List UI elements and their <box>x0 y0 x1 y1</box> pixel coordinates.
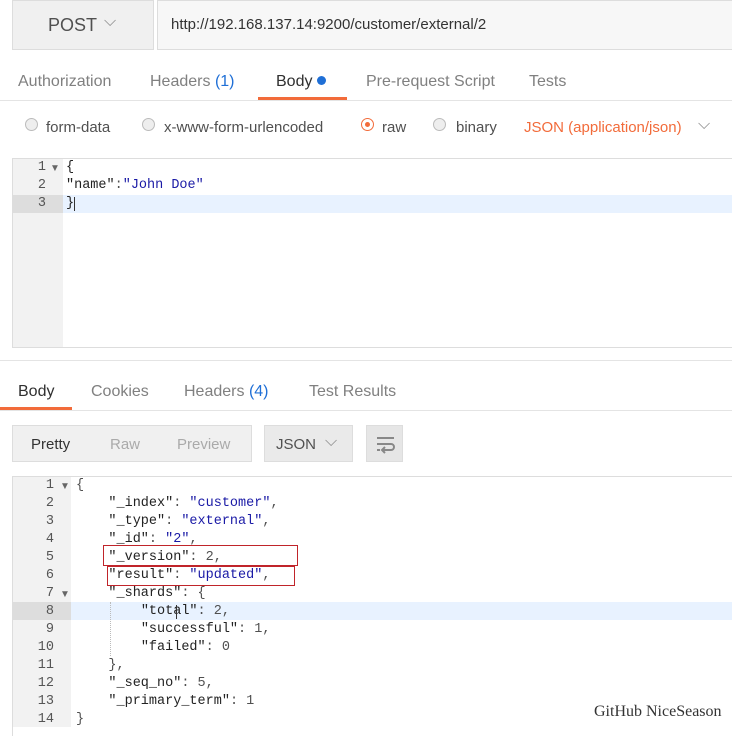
radio-form-data[interactable] <box>25 118 38 131</box>
divider <box>0 100 732 101</box>
fold-arrow-icon[interactable]: ▼ <box>50 163 60 174</box>
code-line: "total": 2, <box>140 604 230 619</box>
line-number: 14 <box>37 712 54 727</box>
content-type-select[interactable]: JSON (application/json) <box>524 119 682 136</box>
line-number: 3 <box>45 514 54 529</box>
code-line: { <box>66 160 75 175</box>
line-number: 2 <box>37 178 46 193</box>
divider <box>0 410 732 411</box>
code-line: "failed": 0 <box>140 640 230 655</box>
code-line: "name":"John Doe" <box>66 178 204 193</box>
code-line: } <box>76 712 85 727</box>
code-line: "_primary_term": 1 <box>108 694 255 709</box>
code-line: } <box>66 196 75 211</box>
response-tab-headers[interactable]: Headers (4) <box>184 383 269 401</box>
line-number: 1 <box>45 478 54 493</box>
response-tab-body[interactable]: Body <box>18 383 54 401</box>
line-number: 1 <box>37 160 46 175</box>
code-line: "successful": 1, <box>140 622 271 637</box>
url-text: http://192.168.137.14:9200/customer/exte… <box>171 16 487 33</box>
chevron-down-icon[interactable]: ⌵ <box>104 13 116 31</box>
response-tab-test-results[interactable]: Test Results <box>309 383 396 401</box>
tab-pre-request-script[interactable]: Pre-request Script <box>366 73 495 91</box>
result-highlight-box <box>107 566 295 586</box>
code-line: "_shards": { <box>108 586 206 601</box>
line-number: 9 <box>45 622 54 637</box>
urlencoded-label[interactable]: x-www-form-urlencoded <box>164 119 323 136</box>
mode-pretty[interactable]: Pretty <box>31 436 70 453</box>
radio-raw[interactable] <box>361 118 374 131</box>
tab-tests[interactable]: Tests <box>529 73 566 91</box>
text-cursor <box>176 605 177 619</box>
form-data-label[interactable]: form-data <box>46 119 110 136</box>
response-tab-cookies[interactable]: Cookies <box>91 383 149 401</box>
code-line: { <box>76 478 85 493</box>
line-number: 11 <box>37 658 54 673</box>
line-number: 10 <box>37 640 54 655</box>
line-number: 8 <box>45 604 54 619</box>
headers-count: (1) <box>214 73 235 90</box>
version-highlight-box <box>103 545 298 566</box>
format-label: JSON <box>276 436 317 453</box>
line-number: 13 <box>37 694 54 709</box>
mode-raw[interactable]: Raw <box>110 436 140 453</box>
line-number: 5 <box>45 550 54 565</box>
fold-arrow-icon[interactable]: ▼ <box>60 589 70 600</box>
mode-preview[interactable]: Preview <box>177 436 230 453</box>
tab-authorization[interactable]: Authorization <box>18 73 111 91</box>
tab-body[interactable]: Body <box>276 73 327 91</box>
line-number: 7 <box>45 586 54 601</box>
code-line: "_seq_no": 5, <box>108 676 214 691</box>
tab-headers[interactable]: Headers (1) <box>150 73 235 91</box>
code-line: "_index": "customer", <box>108 496 279 511</box>
raw-label[interactable]: raw <box>382 119 406 136</box>
modified-dot-icon <box>317 76 327 85</box>
line-number: 3 <box>37 196 46 211</box>
binary-label[interactable]: binary <box>456 119 497 136</box>
wrap-icon <box>377 437 395 454</box>
chevron-down-icon[interactable]: ⌵ <box>698 116 710 134</box>
code-line: "_type": "external", <box>108 514 271 529</box>
active-line-highlight <box>63 195 732 213</box>
divider <box>0 360 732 361</box>
line-number: 2 <box>45 496 54 511</box>
line-number: 12 <box>37 676 54 691</box>
line-number: 4 <box>45 532 54 547</box>
watermark: GitHub NiceSeason <box>594 703 722 720</box>
code-line: }, <box>76 658 125 673</box>
text-cursor <box>74 197 75 211</box>
method-label: POST <box>48 15 98 35</box>
radio-urlencoded[interactable] <box>142 118 155 131</box>
wrap-lines-button[interactable] <box>366 425 403 462</box>
radio-binary[interactable] <box>433 118 446 131</box>
chevron-down-icon[interactable]: ⌵ <box>325 433 337 451</box>
line-number: 6 <box>45 568 54 583</box>
fold-arrow-icon[interactable]: ▼ <box>60 481 70 492</box>
